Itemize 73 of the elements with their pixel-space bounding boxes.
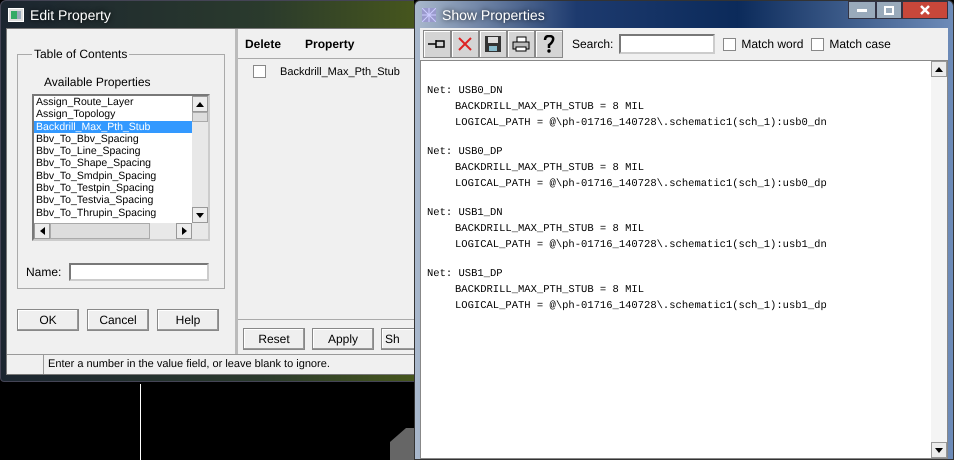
net-heading: Net: USB0_DN — [427, 84, 504, 99]
restore-icon — [884, 6, 894, 14]
name-label: Name: — [26, 265, 62, 279]
net-heading: Net: USB0_DP — [427, 145, 504, 160]
status-text: Enter a number in the value field, or leave blank to ignore. — [47, 357, 331, 372]
dialog-button[interactable]: Help — [157, 309, 219, 331]
maximize-button[interactable] — [876, 1, 902, 19]
properties-list[interactable] — [32, 94, 210, 241]
pin-button[interactable] — [423, 30, 451, 58]
list-item[interactable]: Bbv_To_Testpin_Spacing — [34, 182, 192, 194]
table-button[interactable]: Reset — [243, 328, 305, 350]
list-item[interactable]: Bbv_To_Thrupin_Spacing — [34, 206, 192, 219]
scrollbar-thumb[interactable] — [192, 112, 208, 122]
print-button[interactable] — [507, 30, 535, 58]
delete-button[interactable] — [451, 30, 479, 58]
window-title: Edit Property — [30, 6, 111, 22]
window-icon — [8, 8, 24, 22]
minimize-button[interactable] — [848, 1, 876, 19]
dialog-button[interactable]: Cancel — [87, 309, 149, 331]
group-title: Table of Contents — [33, 47, 128, 61]
horizontal-scrollbar[interactable] — [34, 223, 208, 239]
list-item[interactable]: Assign_Route_Layer — [34, 96, 192, 108]
property-line: BACKDRILL_MAX_PTH_STUB = 8 MIL — [454, 283, 646, 298]
list-item[interactable]: Bbv_To_Bbv_Spacing — [34, 132, 192, 146]
window-title: Show Properties — [442, 6, 545, 22]
name-field[interactable] — [69, 263, 210, 281]
help-icon — [542, 35, 556, 53]
option-label: Match case — [829, 37, 891, 51]
scroll-up-icon — [935, 66, 943, 72]
scroll-down-icon — [196, 212, 204, 218]
list-label: Available Properties — [44, 75, 152, 89]
minimize-icon — [857, 8, 867, 12]
close-icon — [458, 37, 472, 51]
column-header: Delete — [245, 36, 282, 50]
option-label: Match word — [741, 37, 804, 51]
property-line: LOGICAL_PATH = @\ph-01716_140728\.schematic1(sch_1):usb1_dp — [454, 299, 828, 314]
property-line: BACKDRILL_MAX_PTH_STUB = 8 MIL — [454, 222, 646, 237]
pin-icon — [428, 39, 446, 49]
property-line: LOGICAL_PATH = @\ph-01716_140728\.schematic1(sch_1):usb0_dp — [454, 177, 828, 192]
property-line: LOGICAL_PATH = @\ph-01716_140728\.schematic1(sch_1):usb1_dn — [454, 238, 828, 253]
printer-icon — [512, 36, 530, 52]
property-line: BACKDRILL_MAX_PTH_STUB = 8 MIL — [454, 161, 646, 176]
scroll-up-icon — [196, 102, 204, 106]
table-button[interactable]: Apply — [312, 328, 374, 350]
close-button[interactable] — [902, 1, 948, 19]
save-button[interactable] — [479, 30, 507, 58]
close-icon — [920, 5, 930, 15]
property-line: BACKDRILL_MAX_PTH_STUB = 8 MIL — [454, 100, 646, 115]
property-cell: Backdrill_Max_Pth_Stub — [280, 66, 400, 78]
scroll-left-icon — [40, 227, 44, 235]
scroll-right-icon — [182, 227, 186, 235]
property-line: LOGICAL_PATH = @\ph-01716_140728\.schematic1(sch_1):usb0_dn — [454, 116, 828, 131]
help-button[interactable] — [535, 30, 563, 58]
scrollbar-thumb[interactable] — [50, 223, 150, 239]
net-heading: Net: USB1_DP — [427, 267, 504, 282]
list-item[interactable]: Bbv_To_Line_Spacing — [34, 145, 192, 158]
list-item[interactable]: Bbv_To_Shape_Spacing — [34, 157, 192, 170]
dialog-button[interactable]: OK — [17, 309, 79, 331]
vertical-scrollbar[interactable] — [931, 61, 947, 458]
list-item[interactable]: Assign_Topology — [34, 108, 192, 121]
search-field[interactable] — [619, 34, 716, 54]
list-item[interactable]: Bbv_To_Testvia_Spacing — [34, 194, 192, 207]
option-checkbox[interactable] — [811, 38, 824, 50]
list-item[interactable]: Bbv_To_Smdpin_Spacing — [34, 170, 192, 182]
scroll-down-icon — [935, 448, 943, 452]
search-label: Search: — [572, 37, 614, 51]
column-header: Property — [305, 36, 354, 50]
option-checkbox[interactable] — [723, 38, 736, 50]
net-heading: Net: USB1_DN — [427, 206, 504, 221]
vertical-scrollbar[interactable] — [192, 96, 208, 223]
table-button[interactable]: Sh — [381, 328, 414, 350]
delete-checkbox[interactable] — [253, 65, 266, 78]
window-icon — [422, 8, 436, 22]
